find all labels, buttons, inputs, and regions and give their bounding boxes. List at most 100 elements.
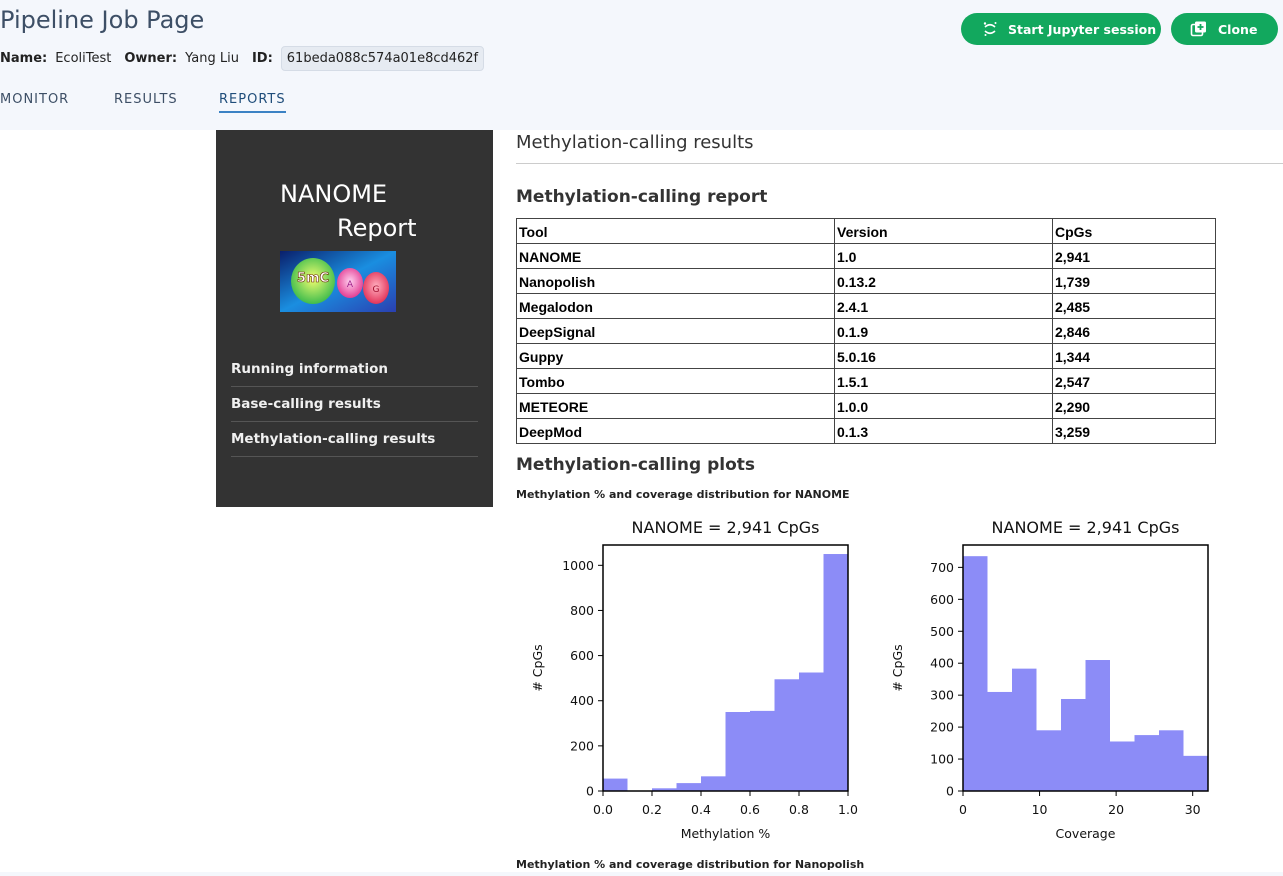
column-header-version: Version [834,218,1053,244]
version-cell: 0.1.3 [834,418,1053,444]
x-tick-label: 0.8 [789,802,809,817]
table-row: METEORE 1.0.0 2,290 [516,393,1216,419]
y-axis-label: # CpGs [890,644,905,691]
y-tick-label: 200 [570,738,594,753]
svg-text:5mC: 5mC [297,271,329,286]
column-header-tool: Tool [516,218,835,244]
y-tick-label: 700 [930,560,954,575]
x-tick-label: 10 [1032,802,1048,817]
version-cell: 0.1.9 [834,318,1053,344]
sidebar-item-running-information[interactable]: Running information [231,352,478,387]
cpgs-cell: 1,739 [1052,268,1216,294]
clone-label: Clone [1218,21,1258,37]
coverage-histogram: NANOME = 2,941 CpGs0 10 20 3001002003004005… [890,518,1209,841]
report-heading: Methylation-calling report [516,187,768,207]
y-tick-label: 300 [930,688,954,703]
histogram-bar [1134,735,1159,791]
table-row: Tombo 1.5.1 2,547 [516,368,1216,394]
sidebar-item-base-calling-results[interactable]: Base-calling results [231,387,478,422]
histogram-bar [1110,741,1135,791]
section-divider [516,163,1283,164]
start-jupyter-button[interactable]: Start Jupyter session [961,13,1161,45]
histogram-bar [1159,730,1184,791]
owner-label: Owner: [124,50,178,66]
name-value: EcoliTest [55,50,112,66]
tool-cell: NANOME [516,243,835,269]
id-value[interactable]: 61beda088c574a01e8cd462f [280,45,485,71]
column-header-cpgs: CpGs [1052,218,1216,244]
histogram-bar [701,776,726,791]
histogram-bar [676,783,701,791]
report-sidebar: NANOME Report 5mC A G Running informatio… [216,130,493,507]
version-cell: 1.0.0 [834,393,1053,419]
clone-icon [1190,20,1208,38]
page-title: Pipeline Job Page [0,6,205,34]
y-tick-label: 0 [586,784,594,799]
table-row: Guppy 5.0.16 1,344 [516,343,1216,369]
methylation-histogram: NANOME = 2,941 CpGs 0.0 0.2 0.4 0.6 0.8 1.0 0 20… [530,518,858,841]
histogram-bar [1061,698,1086,791]
table-header-row: Tool Version CpGs [516,218,1216,244]
version-cell: 0.13.2 [834,268,1053,294]
footer-band [0,872,1283,876]
tools-table: Tool Version CpGs NANOME 1.0 2,941 Nanop… [516,218,1216,444]
histogram-bar [1085,660,1110,791]
histogram-bar [725,712,750,791]
cpgs-cell: 2,290 [1052,393,1216,419]
histogram-bar [1183,755,1208,791]
jupyter-icon [982,21,998,37]
histogram-bar [823,554,848,791]
histogram-bar [750,710,775,791]
histogram-bar [987,691,1012,791]
plot-caption-nanopolish: Methylation % and coverage distribution … [516,858,865,871]
tool-cell: DeepMod [516,418,835,444]
cpgs-cell: 2,941 [1052,243,1216,269]
histogram-bar [1012,668,1037,791]
table-row: NANOME 1.0 2,941 [516,243,1216,269]
nanome-logo: 5mC A G [280,251,396,312]
x-axis-label: Methylation % [681,826,771,841]
id-label: ID: [251,50,273,66]
tab-monitor[interactable]: MONITOR [0,92,69,111]
owner-value: Yang Liu [185,50,239,66]
y-axis-label: # CpGs [530,644,545,691]
tool-cell: Megalodon [516,293,835,319]
tool-cell: METEORE [516,393,835,419]
start-jupyter-label: Start Jupyter session [1008,21,1157,37]
tab-results[interactable]: RESULTS [114,92,178,111]
sidebar-item-methylation-calling-results[interactable]: Methylation-calling results [231,422,478,457]
table-row: DeepMod 0.1.3 3,259 [516,418,1216,444]
tool-cell: Nanopolish [516,268,835,294]
histogram-bar [963,556,988,791]
y-tick-label: 200 [930,720,954,735]
sidebar-title-line1: NANOME [280,180,388,208]
clone-button[interactable]: Clone [1171,13,1278,45]
y-tick-label: 600 [930,592,954,607]
x-tick-label: 0.0 [593,802,613,817]
sidebar-nav: Running information Base-calling results… [231,352,478,457]
x-tick-label: 0.4 [691,802,711,817]
y-tick-label: 800 [570,603,594,618]
table-row: Megalodon 2.4.1 2,485 [516,293,1216,319]
y-tick-label: 600 [570,648,594,663]
name-label: Name: [0,50,48,66]
chart-title: NANOME = 2,941 CpGs [992,518,1180,537]
svg-text:A: A [347,280,354,290]
cpgs-cell: 2,547 [1052,368,1216,394]
y-tick-label: 500 [930,624,954,639]
version-cell: 5.0.16 [834,343,1053,369]
tab-reports[interactable]: REPORTS [219,92,286,113]
version-cell: 2.4.1 [834,293,1053,319]
plot-caption-nanome: Methylation % and coverage distribution … [516,488,850,501]
histogram-bar [603,778,628,791]
chart-title: NANOME = 2,941 CpGs [632,518,820,537]
job-meta: Name: EcoliTest Owner: Yang Liu ID: 61be… [0,44,485,72]
table-row: DeepSignal 0.1.9 2,846 [516,318,1216,344]
svg-text:G: G [373,285,380,295]
x-axis-label: Coverage [1056,826,1116,841]
version-cell: 1.5.1 [834,368,1053,394]
tool-cell: Tombo [516,368,835,394]
y-tick-label: 1000 [562,558,594,573]
x-tick-label: 20 [1108,802,1124,817]
cpgs-cell: 2,485 [1052,293,1216,319]
